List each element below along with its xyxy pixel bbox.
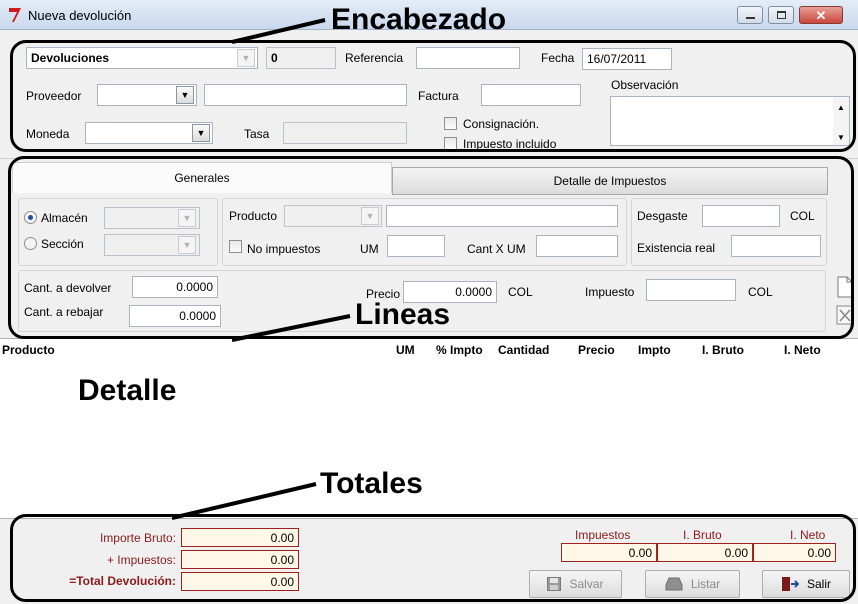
annotation-lineas: Lineas bbox=[355, 298, 451, 331]
annotation-totales: Totales bbox=[320, 467, 423, 500]
annotation-detalle: Detalle bbox=[78, 374, 177, 407]
header-arrow bbox=[231, 18, 326, 44]
annotation-encabezado: Encabezado bbox=[331, 3, 507, 36]
lines-arrow bbox=[231, 314, 351, 342]
totals-arrow bbox=[171, 482, 317, 520]
